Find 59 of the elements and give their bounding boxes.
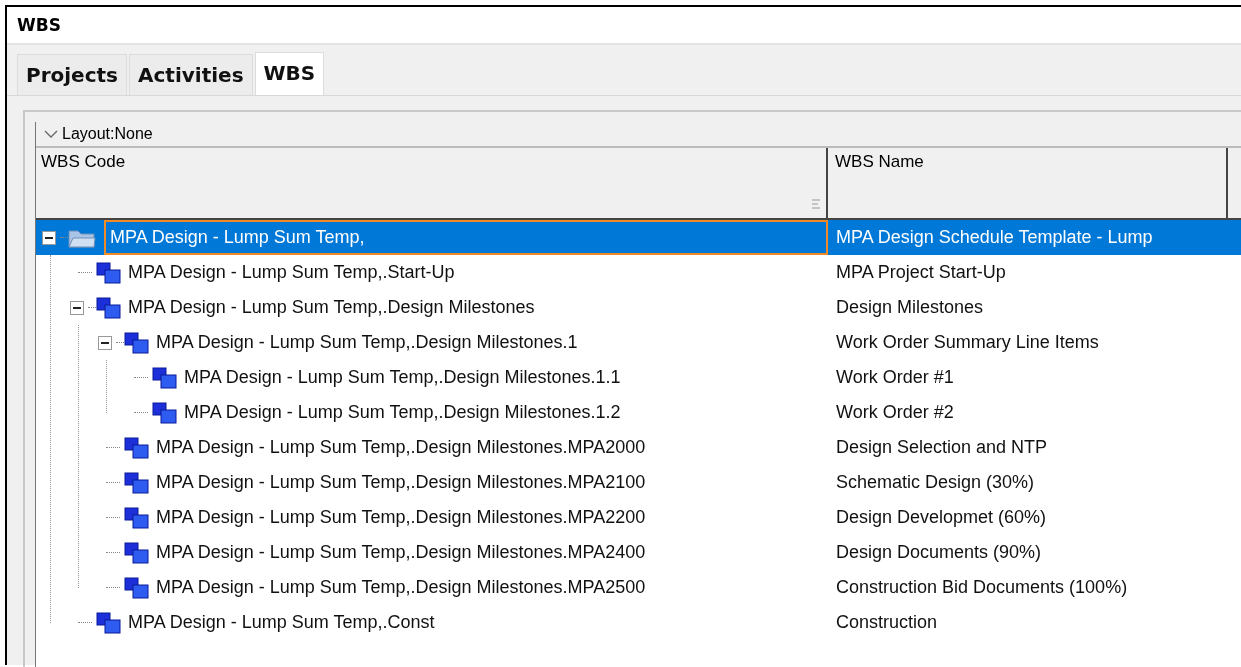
wbs-node-icon bbox=[96, 296, 122, 319]
tab[interactable]: Activities bbox=[129, 54, 253, 95]
column-header[interactable]: WBS Code bbox=[36, 148, 828, 218]
wbs-name-cell-text: Work Order #1 bbox=[835, 367, 955, 388]
wbs-code-cell: MPA Design - Lump Sum Temp,.Design Milestones.1 bbox=[156, 332, 578, 353]
collapse-toggle[interactable] bbox=[42, 229, 58, 246]
wbs-node-icon bbox=[124, 506, 150, 529]
wbs-name-cell-text: Design Milestones bbox=[835, 297, 985, 318]
wbs-name-cell-text: Construction bbox=[835, 612, 939, 633]
wbs-node-icon bbox=[124, 576, 150, 599]
wbs-name-cell-text: Work Order Summary Line Items bbox=[835, 332, 1100, 353]
tree-row[interactable]: MPA Design - Lump Sum Temp,.Design Milestones.MPA2000 Design Selection and NTP bbox=[36, 430, 1241, 465]
wbs-code-cell: MPA Design - Lump Sum Temp,.Design Milestones.MPA2100 bbox=[156, 472, 646, 493]
wbs-name-cell-text: Design Developmet (60%) bbox=[835, 507, 1048, 528]
tree-row[interactable]: MPA Design - Lump Sum Temp,.Design Milestones.MPA2500 Construction Bid Documents (100%) bbox=[36, 570, 1241, 605]
wbs-name-cell-text: Work Order #2 bbox=[835, 402, 955, 423]
window-title: WBS bbox=[7, 7, 1241, 45]
wbs-node-icon bbox=[124, 436, 150, 459]
tree-row[interactable]: MPA Design - Lump Sum Temp, MPA Design Schedule Template - Lump bbox=[36, 220, 1241, 255]
chevron-down-icon[interactable] bbox=[44, 129, 58, 139]
wbs-code-cell: MPA Design - Lump Sum Temp,.Design Milestones.MPA2200 bbox=[156, 507, 646, 528]
wbs-node-icon bbox=[96, 611, 122, 634]
wbs-name-cell-text: Schematic Design (30%) bbox=[835, 472, 1036, 493]
wbs-code-cell: MPA Design - Lump Sum Temp,.Design Milestones.MPA2500 bbox=[156, 577, 646, 598]
wbs-code-cell: MPA Design - Lump Sum Temp,.Start-Up bbox=[128, 262, 455, 283]
column-header[interactable]: WBS Name bbox=[828, 148, 1228, 218]
tree-row[interactable]: MPA Design - Lump Sum Temp,.Design Milestones.MPA2100 Schematic Design (30%) bbox=[36, 465, 1241, 500]
tree-row[interactable]: MPA Design - Lump Sum Temp,.Design Milestones.1 Work Order Summary Line Items bbox=[36, 325, 1241, 360]
wbs-node-icon bbox=[96, 261, 122, 284]
collapse-toggle[interactable] bbox=[98, 334, 114, 351]
tree-row[interactable]: MPA Design - Lump Sum Temp,.Design Milestones.1.1 Work Order #1 bbox=[36, 360, 1241, 395]
tree-row[interactable]: MPA Design - Lump Sum Temp,.Design Milestones Design Milestones bbox=[36, 290, 1241, 325]
wbs-name-cell-text: MPA Project Start-Up bbox=[835, 262, 1007, 283]
folder-icon bbox=[68, 227, 96, 248]
wbs-code-cell: MPA Design - Lump Sum Temp,.Design Milestones.MPA2400 bbox=[156, 542, 646, 563]
wbs-name-cell-text: MPA Design Schedule Template - Lump bbox=[835, 227, 1154, 248]
wbs-code-cell: MPA Design - Lump Sum Temp,.Design Milestones.1.1 bbox=[184, 367, 621, 388]
wbs-code-cell: MPA Design - Lump Sum Temp,.Design Milestones.MPA2000 bbox=[156, 437, 646, 458]
collapse-toggle[interactable] bbox=[70, 299, 86, 316]
wbs-code-cell: MPA Design - Lump Sum Temp,.Const bbox=[128, 612, 435, 633]
wbs-code-cell: MPA Design - Lump Sum Temp,.Design Milestones.1.2 bbox=[184, 402, 621, 423]
tree-row[interactable]: MPA Design - Lump Sum Temp,.Design Milestones.MPA2200 Design Developmet (60%) bbox=[36, 500, 1241, 535]
wbs-name-cell-text: Design Documents (90%) bbox=[835, 542, 1043, 563]
wbs-name-cell-text: Construction Bid Documents (100%) bbox=[835, 577, 1129, 598]
tree-row[interactable]: MPA Design - Lump Sum Temp,.Design Milestones.1.2 Work Order #2 bbox=[36, 395, 1241, 430]
wbs-code-cell: MPA Design - Lump Sum Temp, bbox=[104, 220, 828, 255]
wbs-name-cell-text: Design Selection and NTP bbox=[835, 437, 1049, 458]
tree-row[interactable]: MPA Design - Lump Sum Temp,.Const Construction bbox=[36, 605, 1241, 640]
layout-label[interactable]: Layout:None bbox=[62, 125, 153, 143]
wbs-node-icon bbox=[152, 366, 178, 389]
wbs-node-icon bbox=[124, 331, 150, 354]
wbs-node-icon bbox=[152, 401, 178, 424]
tree-row[interactable]: MPA Design - Lump Sum Temp,.Start-Up MPA Project Start-Up bbox=[36, 255, 1241, 290]
tab[interactable]: WBS bbox=[254, 52, 325, 95]
tab[interactable]: Projects bbox=[17, 54, 127, 95]
wbs-node-icon bbox=[124, 541, 150, 564]
tree-row[interactable]: MPA Design - Lump Sum Temp,.Design Milestones.MPA2400 Design Documents (90%) bbox=[36, 535, 1241, 570]
wbs-node-icon bbox=[124, 471, 150, 494]
wbs-code-cell: MPA Design - Lump Sum Temp,.Design Milestones bbox=[128, 297, 535, 318]
